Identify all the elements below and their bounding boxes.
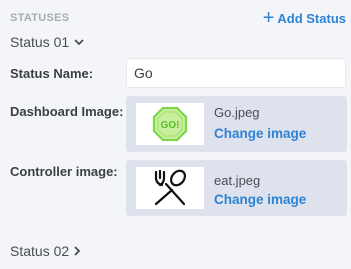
add-status-button[interactable]: + Add Status	[262, 6, 346, 29]
chevron-down-icon	[74, 38, 84, 46]
add-status-label: Add Status	[277, 11, 346, 26]
status-02-toggle[interactable]: Status 02	[10, 243, 81, 259]
chevron-right-icon	[74, 246, 81, 256]
controller-change-image-link[interactable]: Change image	[214, 192, 306, 207]
go-sign-text: GO!	[161, 120, 180, 131]
status-02-label: Status 02	[10, 243, 70, 259]
controller-file-name: eat.jpeg	[214, 173, 261, 188]
dashboard-image-label: Dashboard Image:	[10, 104, 124, 119]
status-01-toggle[interactable]: Status 01	[10, 34, 84, 50]
dashboard-change-image-link[interactable]: Change image	[214, 126, 306, 141]
go-sign-image: GO!	[152, 106, 188, 142]
dashboard-image-thumbnail: GO!	[136, 103, 204, 145]
status-name-input[interactable]	[126, 58, 346, 88]
dashboard-file-name: Go.jpeg	[214, 105, 260, 120]
controller-image-label: Controller image:	[10, 164, 118, 179]
statuses-panel: STATUSES + Add Status Status 01 Status N…	[0, 0, 351, 269]
controller-image-thumbnail	[136, 167, 204, 209]
status-name-label: Status Name:	[10, 66, 94, 81]
controller-image-box: eat.jpeg Change image	[126, 160, 347, 216]
fork-spoon-image	[154, 169, 186, 206]
dashboard-image-box: GO! Go.jpeg Change image	[126, 96, 347, 152]
plus-icon: +	[262, 6, 275, 29]
section-title: STATUSES	[10, 12, 70, 24]
status-01-label: Status 01	[10, 34, 70, 50]
